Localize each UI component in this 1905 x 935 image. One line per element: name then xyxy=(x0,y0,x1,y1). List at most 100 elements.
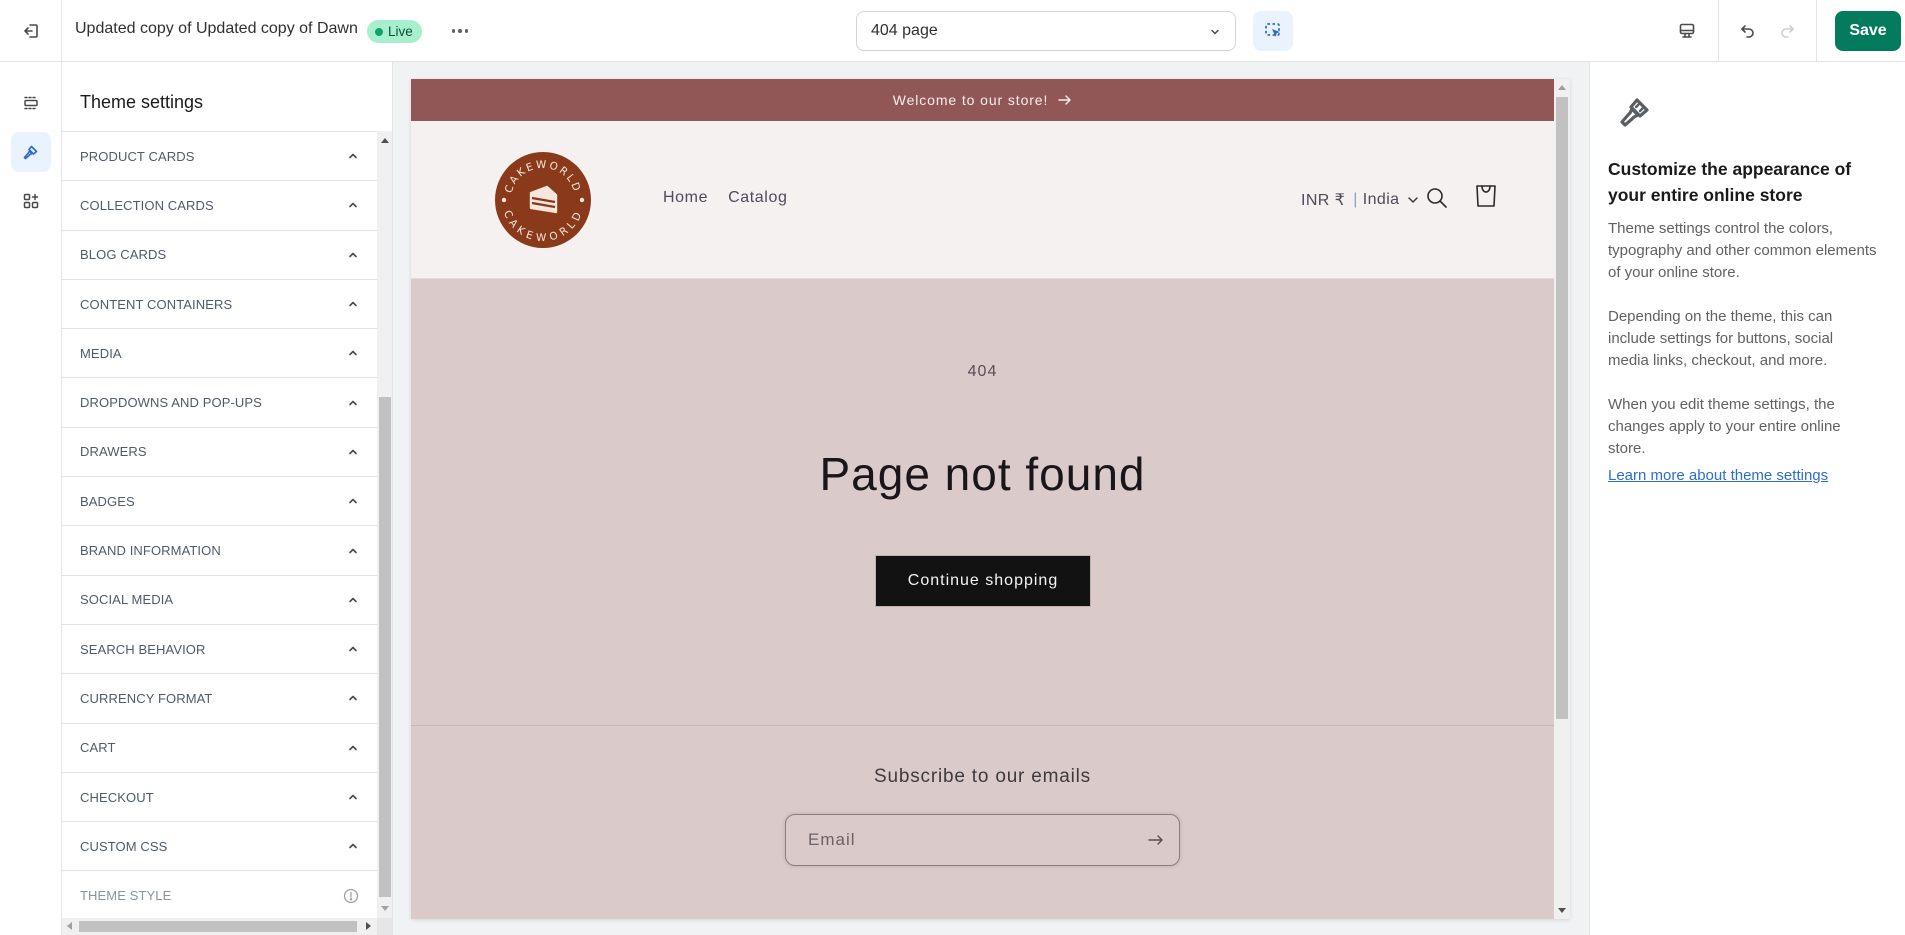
redo-button[interactable] xyxy=(1772,16,1802,46)
info-title: Customize the appearance of your entire … xyxy=(1608,159,1852,205)
icon-rail xyxy=(0,62,62,935)
setting-row-badges[interactable]: BADGES xyxy=(62,477,377,527)
chevron-up-icon xyxy=(347,742,359,754)
top-bar: Updated copy of Updated copy of Dawn Liv… xyxy=(0,0,1905,62)
setting-label: SEARCH BEHAVIOR xyxy=(80,641,206,657)
setting-label: MEDIA xyxy=(80,345,122,361)
save-button[interactable]: Save xyxy=(1835,11,1901,51)
setting-row-brand-information[interactable]: BRAND INFORMATION xyxy=(62,526,377,576)
settings-vertical-scrollbar[interactable] xyxy=(377,131,392,918)
setting-label: SOCIAL MEDIA xyxy=(80,592,174,608)
setting-label: CHECKOUT xyxy=(80,789,154,805)
scroll-up-icon[interactable] xyxy=(381,138,389,143)
setting-row-collection-cards[interactable]: COLLECTION CARDS xyxy=(62,181,377,231)
setting-row-media[interactable]: MEDIA xyxy=(62,329,377,379)
info-paragraph: Theme settings control the colors, typog… xyxy=(1608,220,1877,281)
learn-more-link[interactable]: Learn more about theme settings xyxy=(1608,467,1828,484)
setting-row-search-behavior[interactable]: SEARCH BEHAVIOR xyxy=(62,625,377,675)
setting-row-drawers[interactable]: DRAWERS xyxy=(62,428,377,478)
announcement-text: Welcome to our store! xyxy=(892,92,1049,108)
setting-label: CART xyxy=(80,740,116,756)
newsletter-section: Subscribe to our emails Email xyxy=(411,726,1554,919)
nav-link-catalog[interactable]: Catalog xyxy=(728,189,787,207)
preview-vertical-scrollbar[interactable] xyxy=(1554,79,1570,919)
cart-bag-icon xyxy=(1474,182,1498,210)
setting-label: CONTENT CONTAINERS xyxy=(80,296,233,312)
setting-row-dropdowns-and-pop-ups[interactable]: DROPDOWNS AND POP-UPS xyxy=(62,378,377,428)
paintbrush-icon xyxy=(22,143,40,161)
rail-sections-button[interactable] xyxy=(11,83,51,123)
setting-label: BRAND INFORMATION xyxy=(80,543,221,559)
setting-label: CUSTOM CSS xyxy=(80,838,168,854)
chevron-up-icon xyxy=(347,397,359,409)
store-header: CAKEWORLD CAKEWORLD Home Catalog INR ₹ |… xyxy=(411,121,1554,279)
setting-label: COLLECTION CARDS xyxy=(80,197,214,213)
setting-row-theme-style[interactable]: THEME STYLE xyxy=(62,871,377,921)
setting-row-product-cards[interactable]: PRODUCT CARDS xyxy=(62,132,377,182)
setting-row-content-containers[interactable]: CONTENT CONTAINERS xyxy=(62,280,377,330)
scroll-down-icon[interactable] xyxy=(1558,908,1566,913)
setting-label: BLOG CARDS xyxy=(80,247,167,263)
announcement-bar[interactable]: Welcome to our store! xyxy=(411,79,1554,121)
chevron-up-icon xyxy=(347,446,359,458)
country-currency-selector[interactable]: INR ₹ | India xyxy=(1301,190,1419,210)
divider xyxy=(1816,0,1817,62)
scroll-right-icon[interactable] xyxy=(366,922,371,930)
setting-row-custom-css[interactable]: CUSTOM CSS xyxy=(62,822,377,872)
setting-row-cart[interactable]: CART xyxy=(62,724,377,773)
cart-button[interactable] xyxy=(1474,182,1498,210)
sections-icon xyxy=(22,94,40,112)
not-found-heading: Page not found xyxy=(819,448,1146,500)
error-code: 404 xyxy=(967,363,998,380)
main-nav: Home Catalog xyxy=(663,189,787,207)
scroll-up-icon[interactable] xyxy=(1558,85,1566,90)
setting-row-blog-cards[interactable]: BLOG CARDS xyxy=(62,231,377,280)
exit-button[interactable] xyxy=(0,0,62,62)
setting-label: THEME STYLE xyxy=(80,888,172,904)
setting-label: DROPDOWNS AND POP-UPS xyxy=(80,395,262,411)
inspector-toggle-button[interactable] xyxy=(1253,11,1293,51)
subscribe-submit-button[interactable] xyxy=(1147,831,1165,849)
setting-label: BADGES xyxy=(80,493,135,509)
nav-link-home[interactable]: Home xyxy=(663,189,708,207)
more-dot-icon xyxy=(458,29,462,33)
setting-row-checkout[interactable]: CHECKOUT xyxy=(62,773,377,823)
scroll-thumb[interactable] xyxy=(379,397,391,897)
chevron-up-icon xyxy=(347,791,359,803)
desktop-icon xyxy=(1678,22,1696,40)
chevron-up-icon xyxy=(347,545,359,557)
chevron-up-icon xyxy=(347,199,359,211)
more-actions-button[interactable] xyxy=(445,18,475,44)
info-body: Theme settings control the colors, typog… xyxy=(1608,218,1878,482)
newsletter-title: Subscribe to our emails xyxy=(874,766,1091,787)
undo-icon xyxy=(1739,22,1757,40)
chevron-up-icon xyxy=(347,347,359,359)
theme-name: Updated copy of Updated copy of Dawn xyxy=(75,20,358,37)
device-preview-button[interactable] xyxy=(1670,16,1704,46)
chevron-up-icon xyxy=(347,298,359,310)
scroll-thumb[interactable] xyxy=(79,921,357,932)
page-selector-value: 404 page xyxy=(871,22,938,39)
page-selector[interactable]: 404 page xyxy=(856,11,1236,51)
setting-row-social-media[interactable]: SOCIAL MEDIA xyxy=(62,576,377,625)
scroll-down-icon[interactable] xyxy=(381,906,389,911)
setting-row-currency-format[interactable]: CURRENCY FORMAT xyxy=(62,674,377,724)
scroll-left-icon[interactable] xyxy=(67,922,72,930)
chevron-up-icon xyxy=(347,150,359,162)
not-found-section: 404 Page not found Continue shopping xyxy=(411,279,1554,726)
undo-button[interactable] xyxy=(1733,16,1763,46)
continue-shopping-button[interactable]: Continue shopping xyxy=(875,555,1091,607)
info-paragraph: When you edit theme settings, the change… xyxy=(1608,396,1841,457)
rail-theme-settings-button[interactable] xyxy=(11,132,51,172)
newsletter-email-input[interactable]: Email xyxy=(785,814,1180,866)
chevron-up-icon xyxy=(347,495,359,507)
store-preview: Welcome to our store! CAKEWORLD CAKEWORL… xyxy=(411,79,1570,919)
paintbrush-icon xyxy=(1615,92,1655,132)
search-button[interactable] xyxy=(1425,186,1449,210)
setting-label: PRODUCT CARDS xyxy=(80,148,195,164)
store-logo[interactable]: CAKEWORLD CAKEWORLD xyxy=(494,151,592,249)
arrow-right-icon xyxy=(1148,835,1163,845)
scroll-thumb[interactable] xyxy=(1556,97,1568,719)
rail-apps-button[interactable] xyxy=(11,181,51,221)
settings-horizontal-scrollbar[interactable] xyxy=(62,918,377,935)
